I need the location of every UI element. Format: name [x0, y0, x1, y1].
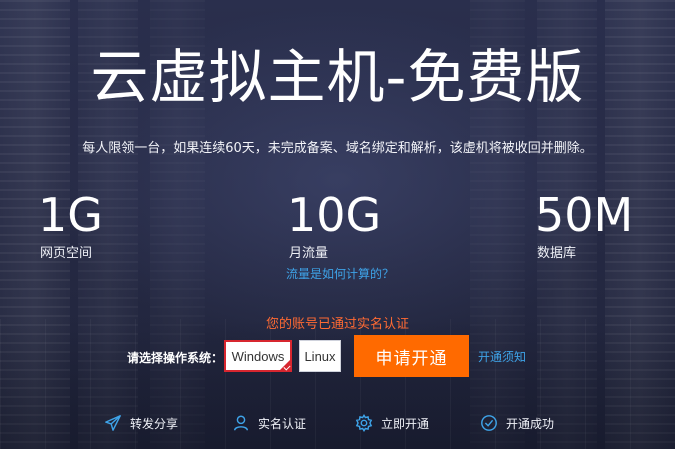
- apply-open-button[interactable]: 申请开通: [354, 335, 469, 377]
- user-icon: [233, 415, 249, 431]
- step-label: 转发分享: [130, 416, 179, 431]
- os-select-label: 请选择操作系统：: [127, 351, 224, 365]
- step-open: 立即开通: [355, 414, 429, 432]
- os-option-label: Windows: [231, 348, 285, 364]
- stat-label: 数据库: [537, 246, 577, 261]
- os-option-linux[interactable]: Linux: [299, 340, 341, 372]
- stat-value: 10G: [287, 188, 382, 242]
- step-share: 转发分享: [104, 414, 178, 432]
- notice-text: 每人限领一台，如果连续60天，未完成备案、域名绑定和解析，该虚机将被收回并删除。: [82, 141, 593, 156]
- os-option-windows[interactable]: Windows: [224, 340, 292, 372]
- stat-value: 1G: [38, 188, 103, 242]
- traffic-calculation-link[interactable]: 流量是如何计算的？: [286, 265, 394, 282]
- step-label: 开通成功: [506, 416, 555, 431]
- gear-icon: [355, 414, 373, 432]
- page-title: 云虚拟主机-免费版: [90, 43, 585, 111]
- os-selection-row: 请选择操作系统： Windows Linux 申请开通 开通须知: [0, 335, 675, 377]
- stat-label: 月流量: [289, 246, 329, 261]
- os-option-label: Linux: [304, 348, 336, 364]
- check-circle-icon: [481, 415, 497, 431]
- verification-status: 您的账号已通过实名认证: [265, 317, 409, 332]
- step-verify: 实名认证: [232, 414, 306, 432]
- step-success: 开通成功: [480, 414, 554, 432]
- step-label: 立即开通: [381, 416, 430, 431]
- stat-web-space: 1G 网页空间: [38, 190, 103, 261]
- stat-value: 50M: [535, 188, 634, 242]
- step-label: 实名认证: [258, 416, 307, 431]
- send-icon: [105, 415, 121, 431]
- stat-database: 50M 数据库: [535, 190, 633, 261]
- open-notice-link[interactable]: 开通须知: [478, 348, 526, 365]
- stat-label: 网页空间: [40, 246, 93, 261]
- process-steps: 转发分享 实名认证 立即开通 开通成功: [0, 414, 675, 440]
- stat-monthly-traffic: 10G 月流量: [287, 190, 381, 261]
